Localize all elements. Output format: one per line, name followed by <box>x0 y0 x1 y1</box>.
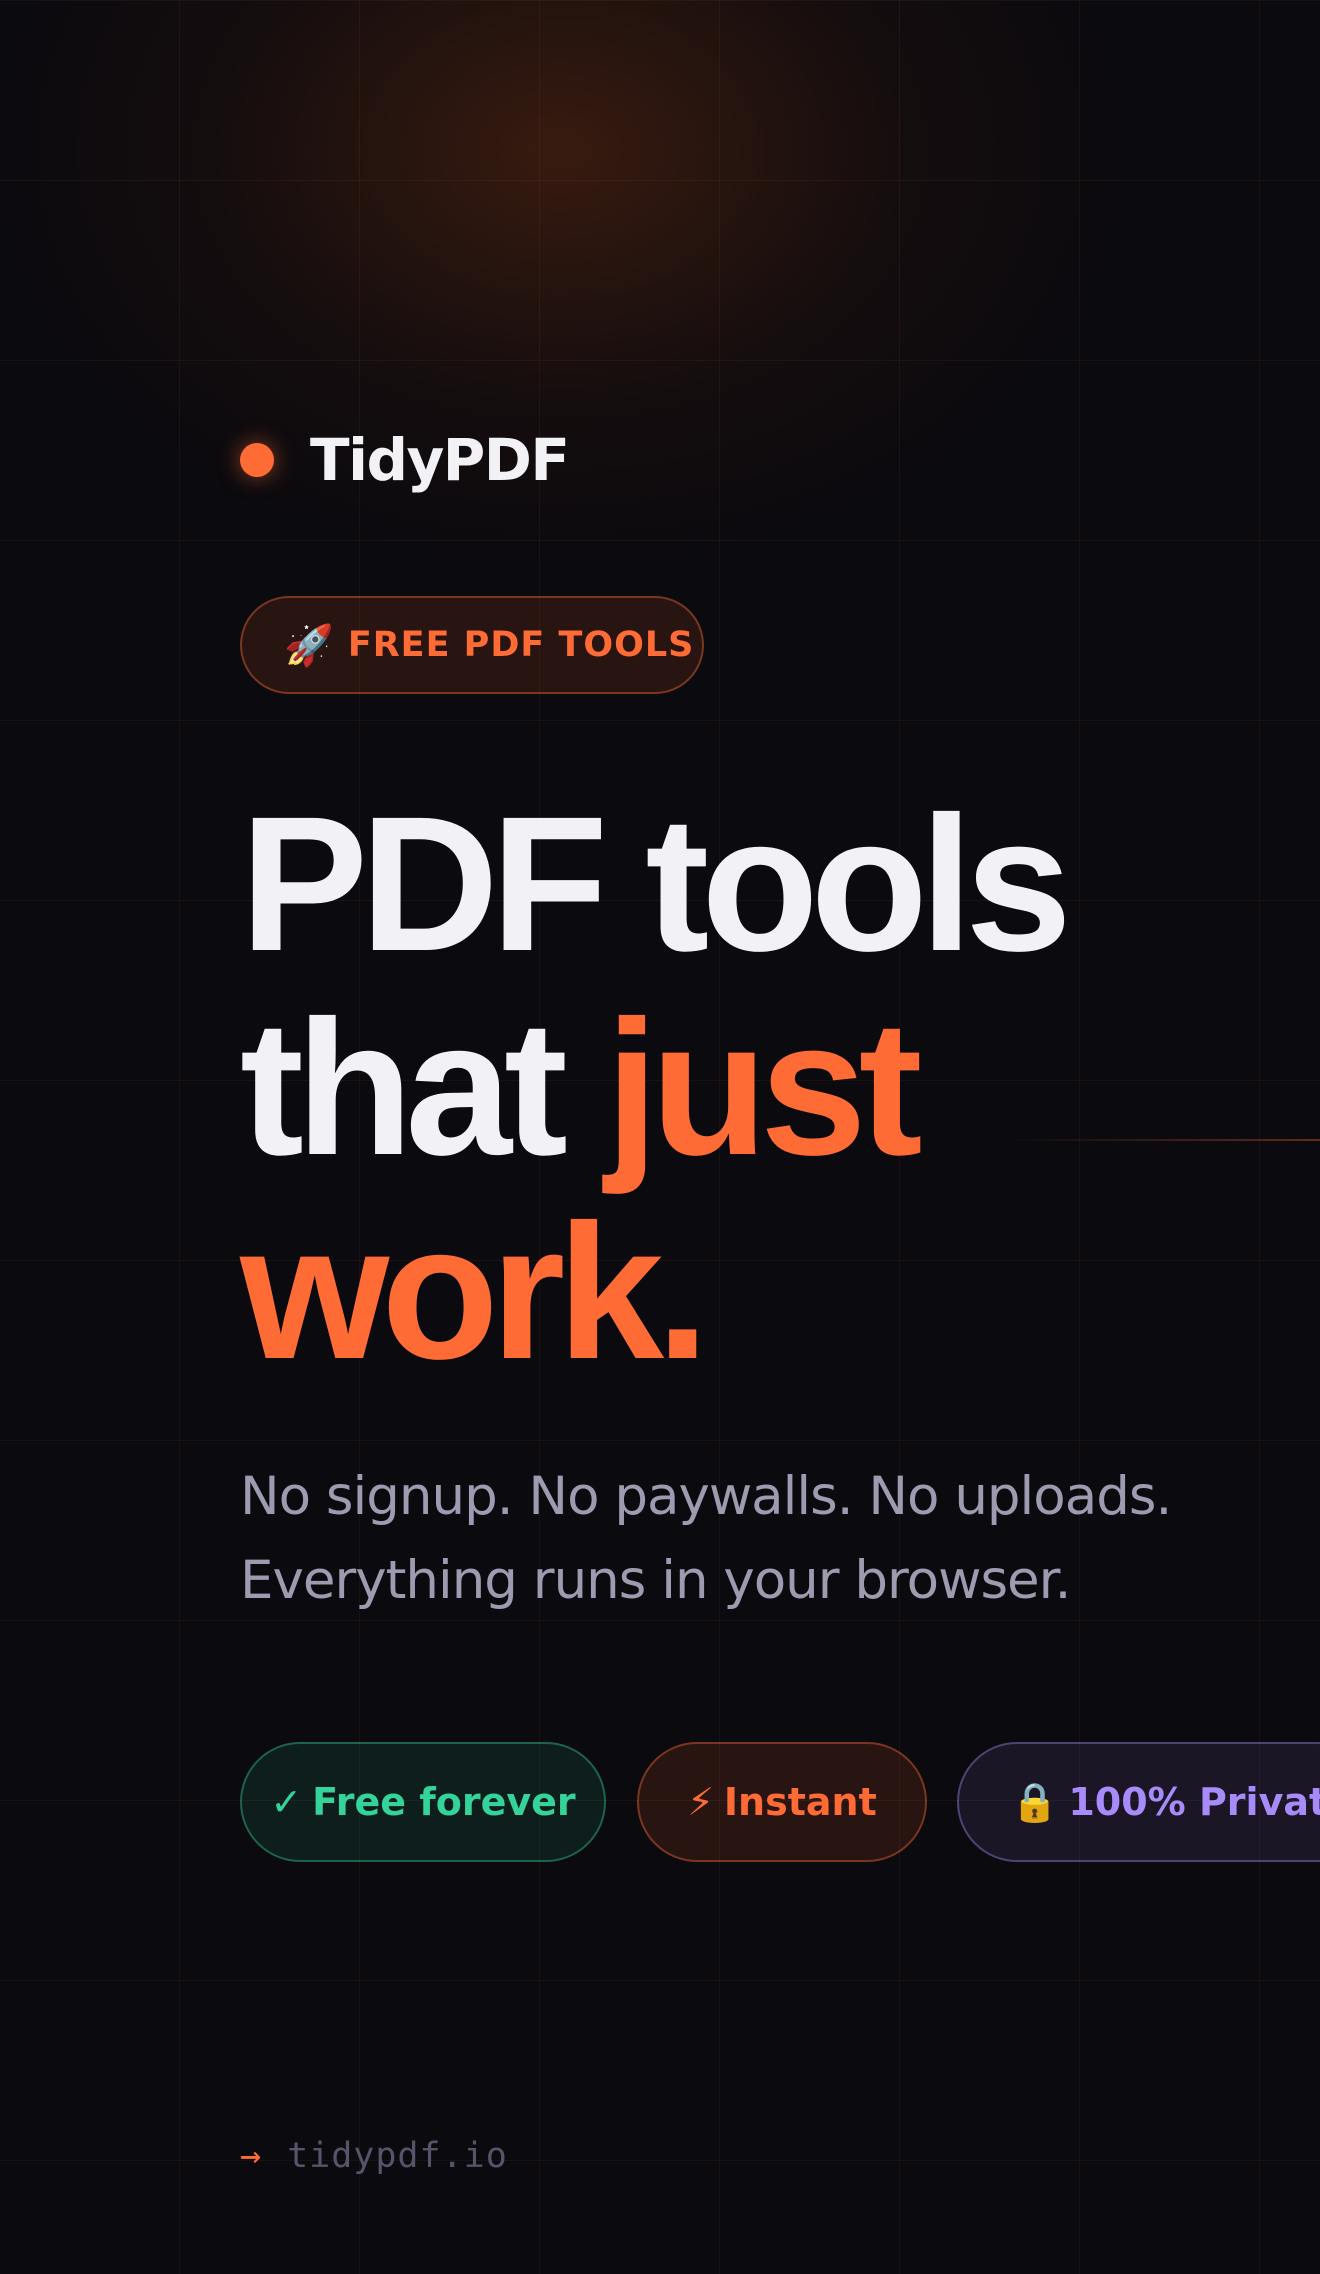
headline-line-3: work. <box>240 1184 709 1399</box>
brand-name: TidyPDF <box>310 426 570 494</box>
checkmark-icon: ✓ <box>270 1780 303 1824</box>
hero-subtitle: No signup. No paywalls. No uploads. Ever… <box>240 1455 1280 1623</box>
private-pill: 🔒 100% Private <box>957 1742 1320 1862</box>
headline-line-2: that just <box>240 986 1064 1190</box>
arrow-right-icon: → <box>240 2136 262 2176</box>
brand-dot-icon <box>240 443 274 477</box>
hero-headline: PDF tools that just work. <box>240 776 1072 1399</box>
badge-label: FREE PDF TOOLS <box>347 625 695 665</box>
brand-logo[interactable]: TidyPDF <box>240 425 570 495</box>
subtitle-line-1: No signup. No paywalls. No uploads. <box>240 1466 1172 1527</box>
free-forever-pill: ✓ Free forever <box>240 1742 606 1862</box>
pill-label: Free forever <box>312 1780 576 1824</box>
headline-accent-just: just <box>605 980 922 1195</box>
free-tools-badge: 🚀 FREE PDF TOOLS <box>240 596 704 694</box>
site-link[interactable]: → tidypdf.io <box>240 2136 508 2176</box>
subtitle-line-2: Everything runs in your browser. <box>240 1550 1071 1611</box>
lightning-icon: ⚡ <box>687 1780 714 1824</box>
instant-pill: ⚡ Instant <box>637 1742 927 1862</box>
pill-label: Instant <box>723 1780 877 1824</box>
hero-page: TidyPDF 🚀 FREE PDF TOOLS PDF tools that … <box>0 0 1320 2274</box>
lock-icon: 🔒 <box>1011 1779 1059 1824</box>
rocket-icon: 🚀 <box>284 622 334 669</box>
site-url[interactable]: tidypdf.io <box>287 2136 508 2176</box>
headline-line-1: PDF tools <box>240 776 1072 991</box>
pill-label: 100% Private <box>1068 1780 1320 1824</box>
headline-word-that: that <box>240 980 568 1195</box>
